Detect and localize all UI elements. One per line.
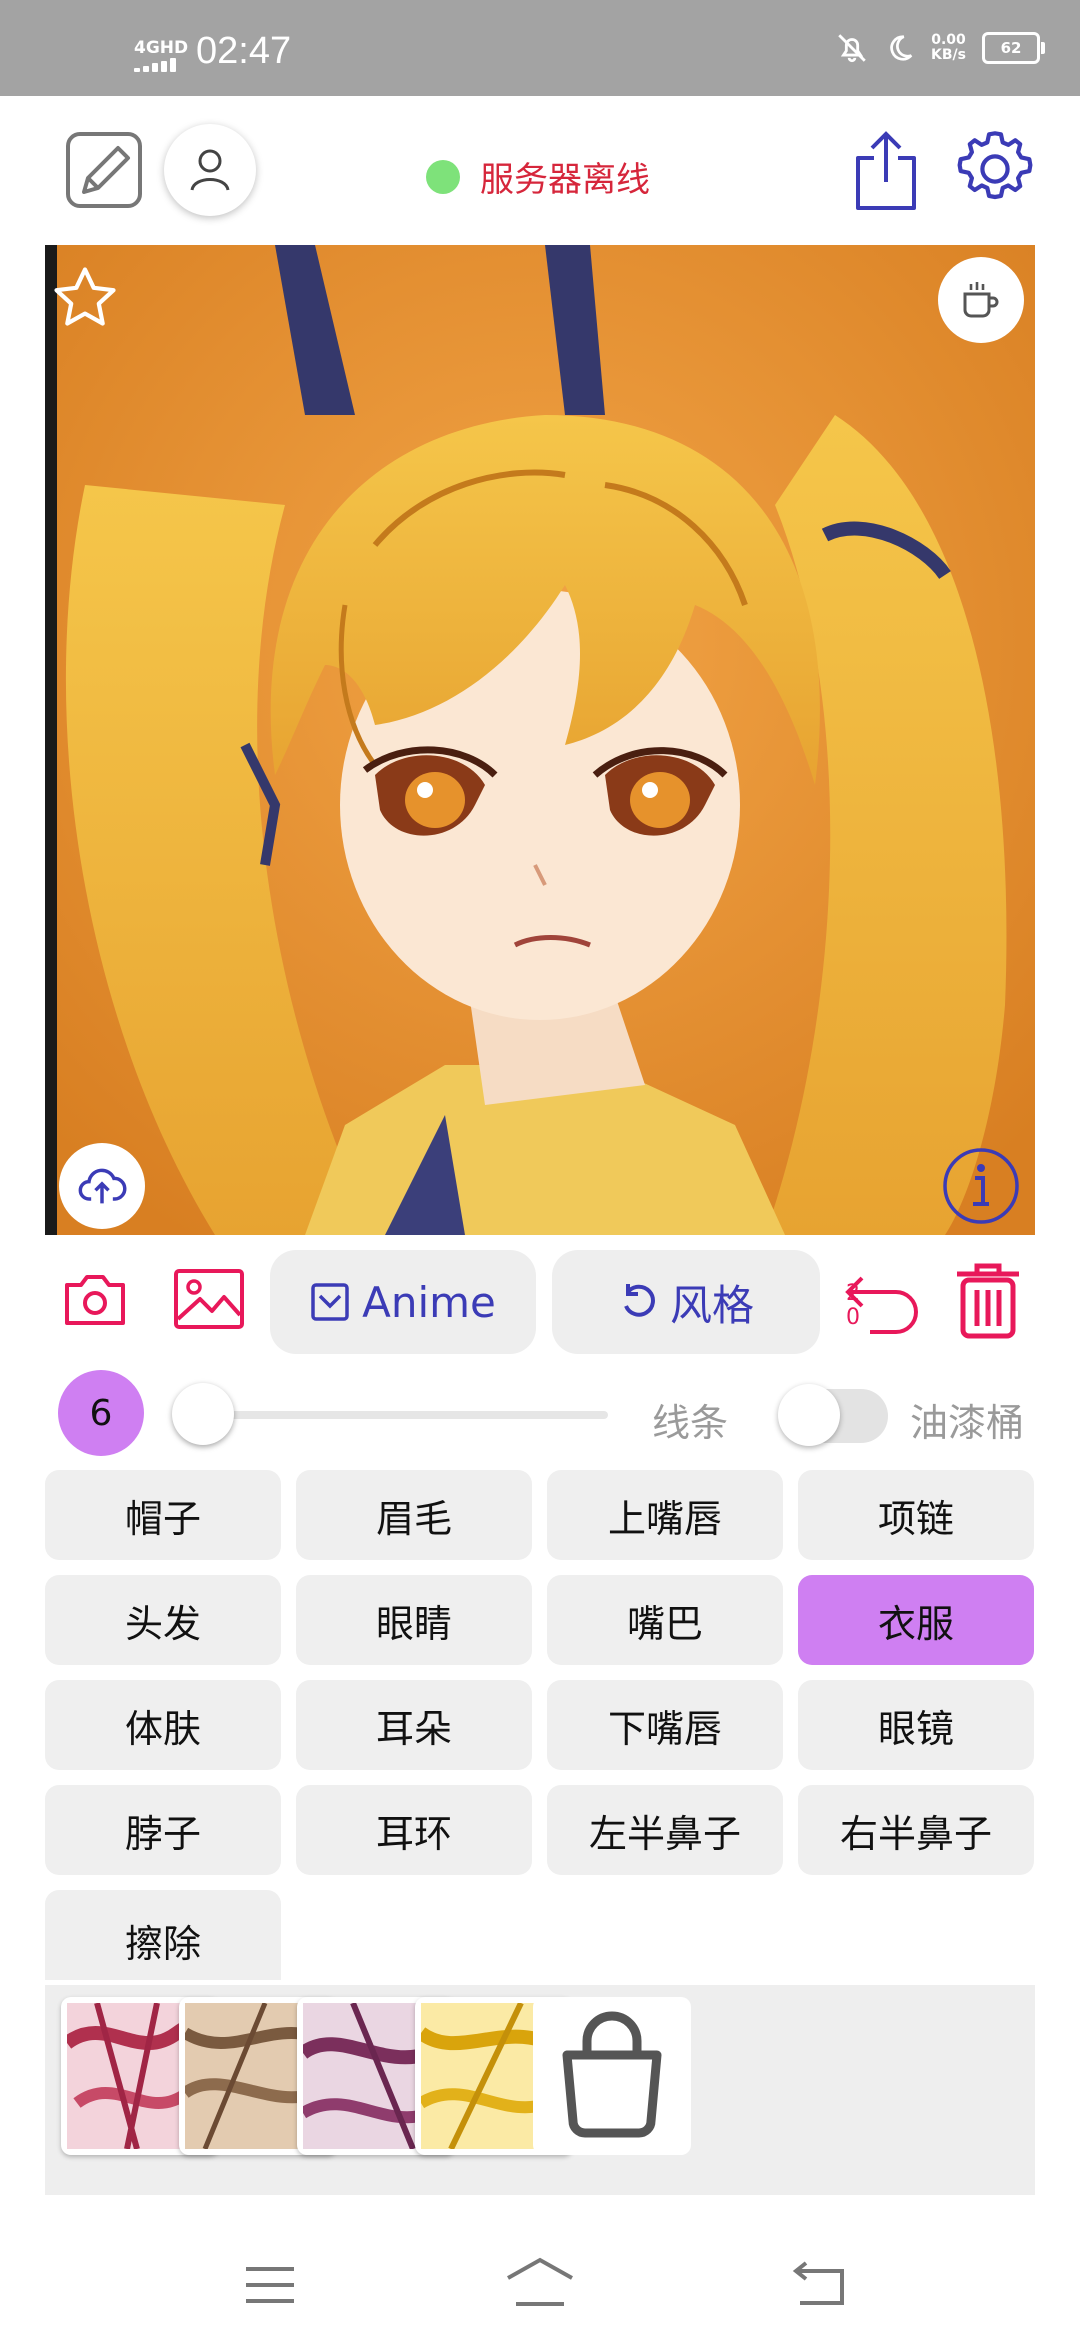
part-button[interactable]: 耳环 [296,1785,532,1875]
back-icon[interactable] [790,2258,850,2310]
brush-size-slider[interactable] [178,1411,608,1419]
slider-thumb[interactable] [172,1383,234,1445]
menu-icon[interactable] [240,2260,300,2310]
settings-icon[interactable] [952,126,1038,212]
info-icon[interactable] [938,1143,1024,1229]
part-button[interactable]: 眉毛 [296,1470,532,1560]
cloud-upload-icon[interactable] [59,1143,145,1229]
part-button-selected[interactable]: 衣服 [798,1575,1034,1665]
moon-icon [890,35,913,61]
server-status-text: 服务器离线 [480,160,650,200]
anime-label: Anime [362,1277,496,1327]
home-icon[interactable] [502,2254,578,2310]
style-label: 风格 [669,1280,754,1330]
status-bar: 4GHD 02:47 0.00 KB/s 62 [0,0,1080,96]
brush-size-badge: 6 [58,1370,144,1456]
app-header: 服务器离线 [0,96,1080,244]
part-button[interactable]: 体肤 [45,1680,281,1770]
checkbox-icon [311,1283,349,1321]
trash-icon[interactable] [948,1258,1028,1342]
mute-bell-icon [838,34,866,63]
part-button[interactable]: 上嘴唇 [547,1470,783,1560]
anime-button[interactable]: Anime [270,1250,536,1354]
part-button[interactable]: 眼镜 [798,1680,1034,1770]
coffee-cup-icon[interactable] [938,257,1024,343]
tool-row: Anime 风格 2 0 [0,1250,1080,1360]
image-icon[interactable] [170,1260,248,1338]
status-dot [426,159,460,194]
speed-value: 0.00 [931,32,966,48]
texture-strip [45,1985,1035,2195]
undo-count-top: 2 [846,1281,860,1306]
system-nav-bar [0,2200,1080,2340]
toggle-thumb[interactable] [778,1384,840,1446]
draw-icon[interactable] [60,126,148,214]
part-button[interactable]: 眼睛 [296,1575,532,1665]
brush-controls: 6 线条 油漆桶 [0,1370,1080,1460]
share-icon[interactable] [846,126,926,216]
undo-button[interactable]: 2 0 [842,1260,922,1340]
part-button[interactable]: 右半鼻子 [798,1785,1034,1875]
speed-unit: KB/s [931,47,966,63]
part-button[interactable]: 嘴巴 [547,1575,783,1665]
signal-icon [134,58,184,72]
part-button[interactable]: 下嘴唇 [547,1680,783,1770]
part-button[interactable]: 头发 [45,1575,281,1665]
clock: 02:47 [196,30,292,72]
anime-portrait [45,245,1035,1235]
camera-icon[interactable] [58,1262,132,1336]
refresh-icon [624,1284,655,1317]
bag-icon[interactable] [533,1997,691,2155]
part-button[interactable]: 项链 [798,1470,1034,1560]
star-icon[interactable] [45,263,125,333]
server-status: 服务器离线 [426,152,650,201]
style-button[interactable]: 风格 [552,1250,820,1354]
part-button[interactable]: 左半鼻子 [547,1785,783,1875]
battery-indicator: 62 [982,32,1045,64]
net-speed: 0.00 KB/s [931,33,966,63]
user-icon[interactable] [164,124,256,216]
part-button[interactable]: 帽子 [45,1470,281,1560]
drawing-canvas[interactable] [45,245,1035,1235]
erase-button[interactable]: 擦除 [45,1890,281,1980]
part-button[interactable]: 脖子 [45,1785,281,1875]
bucket-label: 油漆桶 [910,1401,1025,1445]
undo-count-bottom: 0 [846,1305,860,1330]
network-type: 4GHD [134,38,189,58]
part-button[interactable]: 耳朵 [296,1680,532,1770]
line-label: 线条 [652,1401,729,1445]
